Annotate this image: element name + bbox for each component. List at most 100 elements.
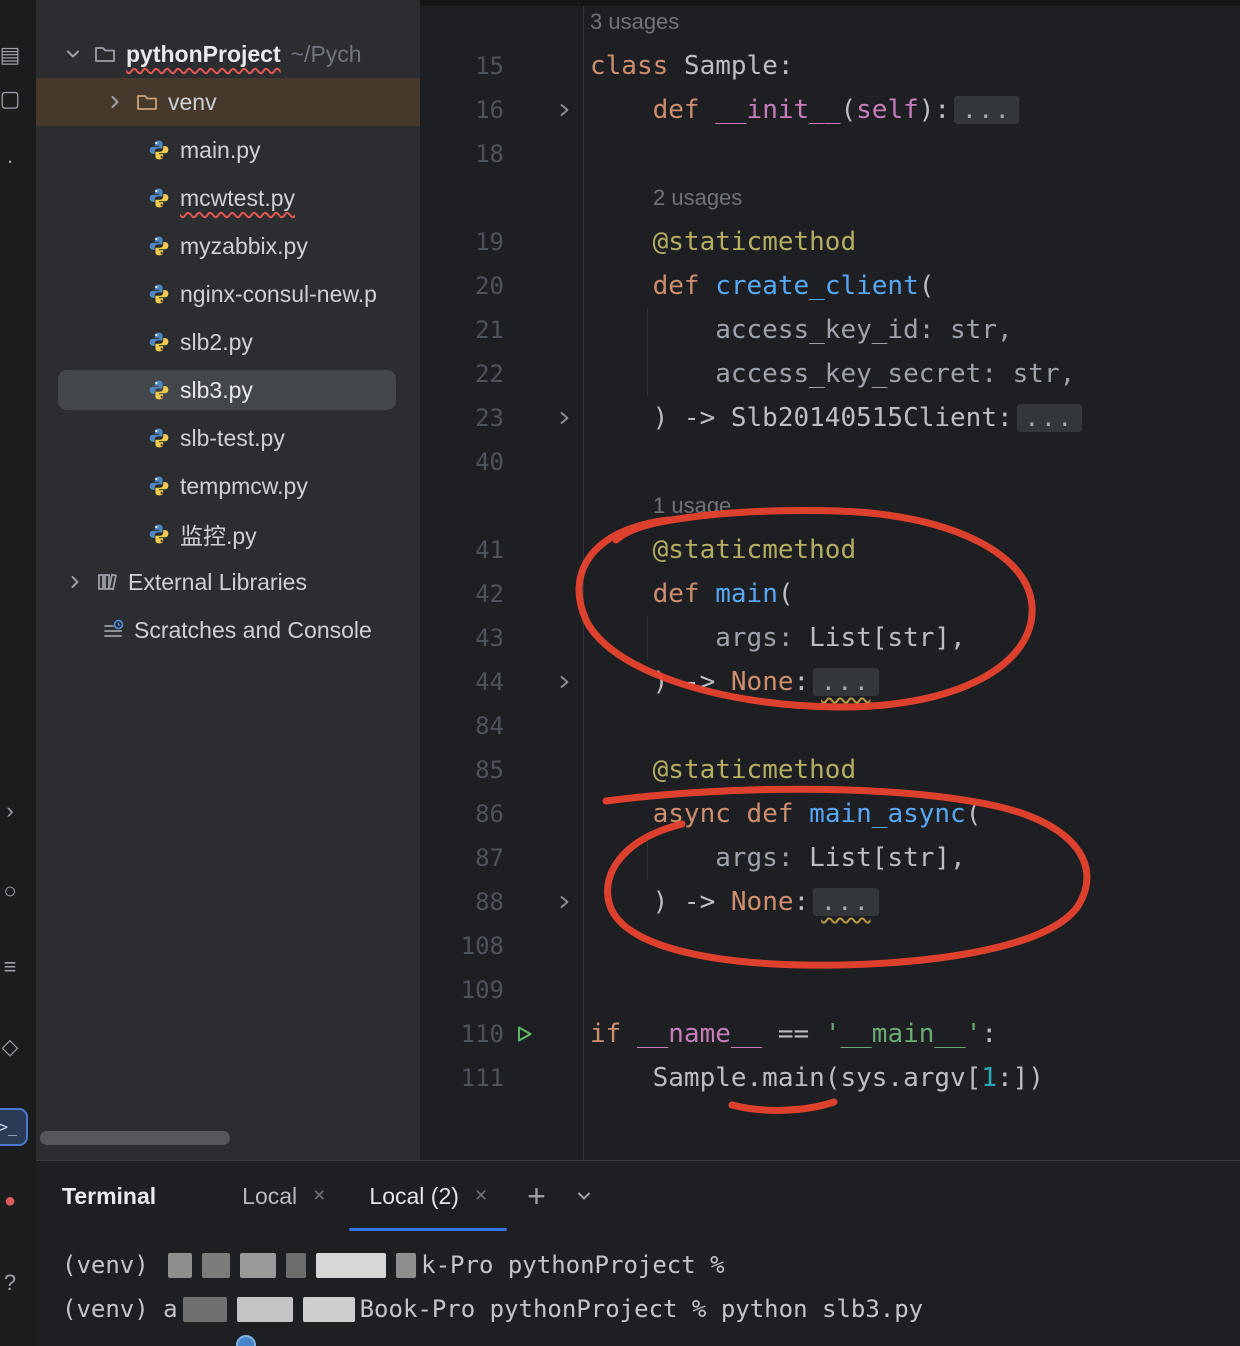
commit-tool-icon[interactable]: ▢ bbox=[0, 82, 28, 116]
line-number[interactable]: 22 bbox=[420, 360, 504, 388]
line-number[interactable]: 21 bbox=[420, 316, 504, 344]
terminal-tab-local[interactable]: Local × bbox=[220, 1161, 347, 1231]
usage-hint-row[interactable]: 3 usages bbox=[420, 0, 1240, 44]
line-number[interactable]: 88 bbox=[420, 888, 504, 916]
code-line-43[interactable]: 43 args: List[str], bbox=[420, 616, 1240, 660]
close-icon[interactable]: × bbox=[475, 1184, 487, 1208]
line-number[interactable]: 41 bbox=[420, 536, 504, 564]
line-number[interactable]: 16 bbox=[420, 96, 504, 124]
more-tools-icon[interactable]: · bbox=[0, 144, 28, 178]
line-number[interactable]: 15 bbox=[420, 52, 504, 80]
code-line-111[interactable]: 111 Sample.main(sys.argv[1:]) bbox=[420, 1056, 1240, 1100]
python-packages-icon[interactable]: ○ bbox=[0, 874, 28, 908]
tree-item-external-libraries[interactable]: External Libraries bbox=[36, 558, 420, 606]
project-tool-icon[interactable]: ▤ bbox=[0, 38, 28, 72]
code-line-87[interactable]: 87 args: List[str], bbox=[420, 836, 1240, 880]
horizontal-scrollbar[interactable] bbox=[40, 1131, 230, 1145]
code-line-15[interactable]: 15 class Sample: bbox=[420, 44, 1240, 88]
usage-hint-label[interactable]: 2 usages bbox=[653, 185, 742, 211]
line-number[interactable]: 42 bbox=[420, 580, 504, 608]
code-line-21[interactable]: 21 access_key_id: str, bbox=[420, 308, 1240, 352]
chevron-right-icon[interactable] bbox=[66, 573, 84, 591]
tree-item-main.py[interactable]: main.py bbox=[36, 126, 420, 174]
folded-region[interactable]: ... bbox=[813, 668, 879, 696]
line-number[interactable]: 43 bbox=[420, 624, 504, 652]
new-terminal-button[interactable]: + bbox=[527, 1180, 546, 1212]
folded-region[interactable]: ... bbox=[954, 96, 1020, 124]
line-number[interactable]: 111 bbox=[420, 1064, 504, 1092]
line-number[interactable]: 87 bbox=[420, 844, 504, 872]
code-line-86[interactable]: 86 async def main_async( bbox=[420, 792, 1240, 836]
line-number[interactable]: 19 bbox=[420, 228, 504, 256]
terminal-title[interactable]: Terminal bbox=[62, 1183, 156, 1210]
fold-chevron-icon[interactable] bbox=[544, 102, 583, 118]
chevron-down-icon[interactable] bbox=[574, 1186, 594, 1206]
tree-item-slb3.py[interactable]: slb3.py bbox=[36, 366, 420, 414]
code-line-84[interactable]: 84 bbox=[420, 704, 1240, 748]
tree-item-pythonproject-root[interactable]: pythonProject ~/Pych bbox=[36, 30, 420, 78]
usage-hint[interactable]: 3 usages bbox=[583, 9, 679, 35]
line-number[interactable]: 20 bbox=[420, 272, 504, 300]
tree-item-scratches-and-console[interactable]: Scratches and Console bbox=[36, 606, 420, 654]
code-line-42[interactable]: 42 def main( bbox=[420, 572, 1240, 616]
code-line-110[interactable]: 110 if __name__ == '__main__': bbox=[420, 1012, 1240, 1056]
code-line-44[interactable]: 44 ) -> None:... bbox=[420, 660, 1240, 704]
folded-region[interactable]: ... bbox=[813, 888, 879, 916]
line-number[interactable]: 18 bbox=[420, 140, 504, 168]
code-line-16[interactable]: 16 def __init__(self):... bbox=[420, 88, 1240, 132]
line-number[interactable]: 86 bbox=[420, 800, 504, 828]
terminal-tool-icon[interactable]: >_ bbox=[0, 1108, 28, 1146]
todo-tool-icon[interactable]: ≡ bbox=[0, 950, 28, 984]
code-line-40[interactable]: 40 bbox=[420, 440, 1240, 484]
tree-item-slb2.py[interactable]: slb2.py bbox=[36, 318, 420, 366]
tree-item-tempmcw.py[interactable]: tempmcw.py bbox=[36, 462, 420, 510]
notifications-badge-icon[interactable]: ● bbox=[0, 1184, 28, 1218]
fold-chevron-icon[interactable] bbox=[544, 894, 583, 910]
services-tool-icon[interactable]: ◇ bbox=[0, 1030, 28, 1064]
code-line-19[interactable]: 19 @staticmethod bbox=[420, 220, 1240, 264]
line-number[interactable]: 85 bbox=[420, 756, 504, 784]
code-line-85[interactable]: 85 @staticmethod bbox=[420, 748, 1240, 792]
chevron-right-icon[interactable] bbox=[106, 93, 124, 111]
terminal-tab-local-2-[interactable]: Local (2) × bbox=[347, 1161, 509, 1231]
usage-hint-label[interactable]: 1 usage bbox=[653, 493, 731, 519]
run-tool-icon[interactable]: › bbox=[0, 794, 28, 828]
fold-chevron-icon[interactable] bbox=[544, 410, 583, 426]
tree-item-监控.py[interactable]: 监控.py bbox=[36, 510, 420, 558]
code-line-108[interactable]: 108 bbox=[420, 924, 1240, 968]
code-line-20[interactable]: 20 def create_client( bbox=[420, 264, 1240, 308]
tree-item-mcwtest.py[interactable]: mcwtest.py bbox=[36, 174, 420, 222]
tree-item-venv[interactable]: venv bbox=[36, 78, 420, 126]
code-editor[interactable]: 3 usages 15 class Sample: 16 def __init__(s… bbox=[420, 0, 1240, 1160]
line-number[interactable]: 110 bbox=[420, 1020, 504, 1048]
line-number[interactable]: 40 bbox=[420, 448, 504, 476]
terminal-tool-window: Terminal Local × Local (2) × + (venv) k-Pro… bbox=[36, 1160, 1240, 1346]
line-number[interactable]: 84 bbox=[420, 712, 504, 740]
code-line-22[interactable]: 22 access_key_secret: str, bbox=[420, 352, 1240, 396]
code-line-88[interactable]: 88 ) -> None:... bbox=[420, 880, 1240, 924]
tree-item-myzabbix.py[interactable]: myzabbix.py bbox=[36, 222, 420, 270]
usage-hint[interactable]: 1 usage bbox=[583, 493, 731, 519]
run-line-icon[interactable] bbox=[504, 1023, 544, 1045]
usage-hint-row[interactable]: 2 usages bbox=[420, 176, 1240, 220]
usage-hint[interactable]: 2 usages bbox=[583, 185, 742, 211]
code-line-23[interactable]: 23 ) -> Slb20140515Client:... bbox=[420, 396, 1240, 440]
tree-item-slb-test.py[interactable]: slb-test.py bbox=[36, 414, 420, 462]
folded-region[interactable]: ... bbox=[1016, 404, 1082, 432]
code-token: create_client bbox=[715, 271, 919, 301]
tree-item-nginx-consul-new.p[interactable]: nginx-consul-new.p bbox=[36, 270, 420, 318]
code-line-109[interactable]: 109 bbox=[420, 968, 1240, 1012]
line-number[interactable]: 23 bbox=[420, 404, 504, 432]
code-line-18[interactable]: 18 bbox=[420, 132, 1240, 176]
terminal-output[interactable]: (venv) k-Pro pythonProject % (venv) a Book… bbox=[36, 1231, 1240, 1331]
line-number[interactable]: 108 bbox=[420, 932, 504, 960]
fold-chevron-icon[interactable] bbox=[544, 674, 583, 690]
chevron-down-icon[interactable] bbox=[64, 45, 82, 63]
line-number[interactable]: 109 bbox=[420, 976, 504, 1004]
usage-hint-row[interactable]: 1 usage bbox=[420, 484, 1240, 528]
problems-tool-icon[interactable]: ? bbox=[0, 1266, 28, 1300]
code-line-41[interactable]: 41 @staticmethod bbox=[420, 528, 1240, 572]
close-icon[interactable]: × bbox=[313, 1184, 325, 1208]
usage-hint-label[interactable]: 3 usages bbox=[590, 9, 679, 35]
line-number[interactable]: 44 bbox=[420, 668, 504, 696]
